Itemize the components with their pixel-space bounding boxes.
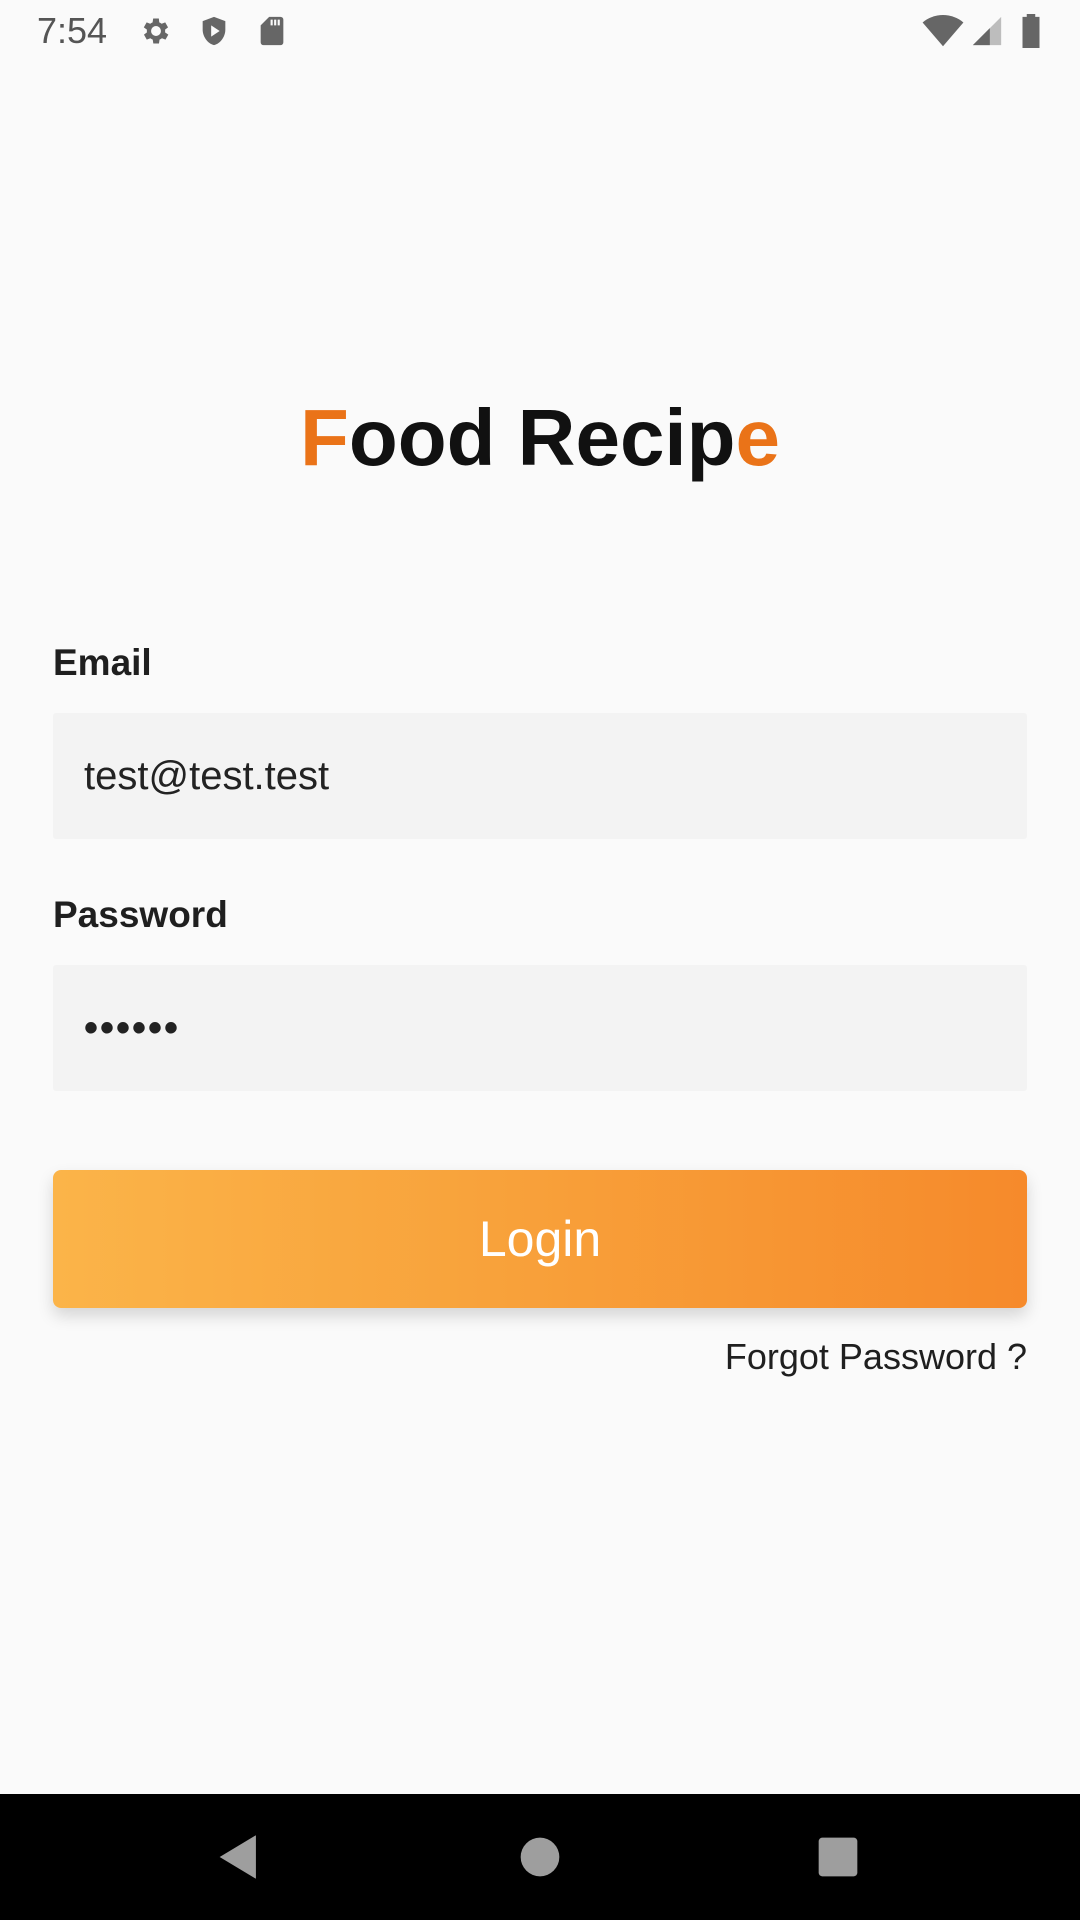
app-title: Food Recipe — [0, 388, 1080, 488]
email-field[interactable]: test@test.test — [53, 713, 1027, 839]
status-bar: 7:54 — [0, 0, 1080, 63]
password-field[interactable]: •••••• — [53, 965, 1027, 1091]
settings-gear-icon — [139, 14, 173, 48]
battery-icon — [1017, 14, 1045, 48]
password-label: Password — [53, 894, 228, 935]
app-title-middle: ood Recip — [348, 393, 736, 482]
password-field-value: •••••• — [84, 1005, 181, 1050]
sd-card-icon — [255, 14, 289, 48]
navigation-bar — [0, 1794, 1080, 1920]
email-label: Email — [53, 642, 152, 683]
wifi-icon — [922, 14, 964, 48]
back-icon[interactable] — [210, 1828, 268, 1886]
app-title-first-letter: F — [299, 393, 349, 482]
app-title-last-letter: e — [735, 393, 781, 482]
email-field-value: test@test.test — [84, 753, 330, 798]
status-time: 7:54 — [37, 10, 108, 51]
login-button[interactable]: Login — [53, 1170, 1027, 1308]
cell-signal-icon — [970, 14, 1004, 48]
login-screen: 7:54 Food Recipe Email test@test.test Pa… — [0, 0, 1080, 1920]
recents-icon[interactable] — [809, 1828, 867, 1886]
forgot-password-link[interactable]: Forgot Password ? — [725, 1336, 1027, 1378]
play-protect-icon — [197, 14, 231, 48]
home-icon[interactable] — [511, 1828, 569, 1886]
login-button-label: Login — [478, 1211, 602, 1267]
